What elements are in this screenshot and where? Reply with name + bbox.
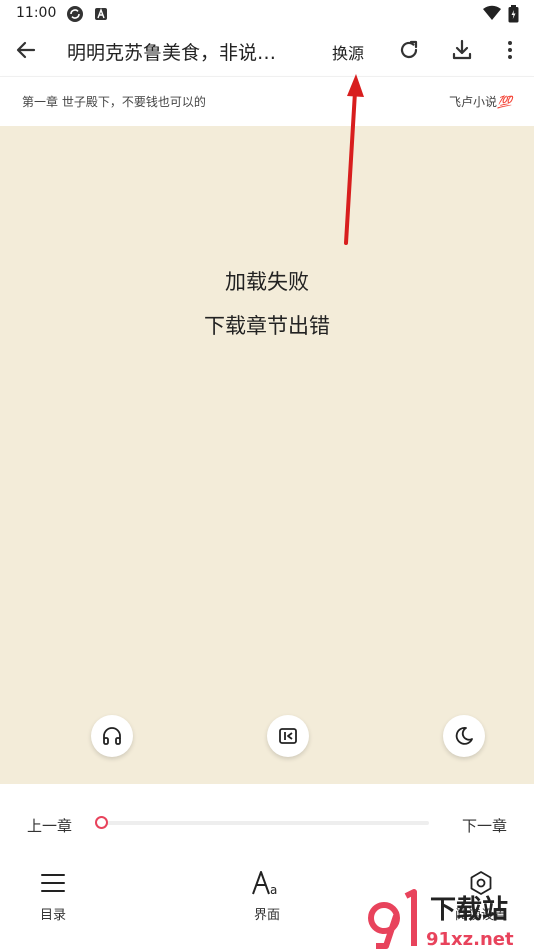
site-watermark: 下载站 91xz.net [368, 889, 514, 950]
nav-catalog[interactable]: 目录 [13, 868, 93, 923]
nav-interface-label: 界面 [253, 908, 280, 923]
back-arrow-icon [16, 41, 36, 59]
moon-icon [455, 727, 473, 745]
watermark-logo-icon [368, 889, 417, 949]
headphones-icon [103, 727, 121, 745]
watermark-site: 91xz.net [426, 929, 514, 950]
hundred-points-badge: 💯 [497, 95, 512, 109]
sync-status-icon [66, 5, 84, 27]
page-turn-icon [279, 728, 297, 744]
wifi-icon [482, 5, 502, 25]
back-button[interactable] [14, 38, 46, 66]
slider-thumb[interactable] [95, 816, 108, 829]
chapter-progress-slider[interactable] [101, 821, 429, 825]
app-bar: 明明克苏鲁美食，非说… 换源 [0, 28, 534, 76]
download-button[interactable] [450, 38, 476, 64]
refresh-icon [400, 40, 418, 59]
chapter-info-bar: 第一章 世子殿下，不要钱也可以的 飞卢小说💯 [0, 76, 534, 126]
app-name-text: 飞卢小说 [449, 95, 498, 109]
auto-page-button[interactable] [267, 715, 309, 757]
font-icon: a [252, 871, 277, 896]
status-time: 11:00 [16, 5, 57, 21]
reader-content[interactable]: 加载失败 下载章节出错 [0, 126, 534, 784]
app-name: 飞卢小说💯 [449, 93, 512, 110]
night-mode-button[interactable] [443, 715, 485, 757]
nav-catalog-label: 目录 [39, 908, 66, 923]
listen-button[interactable] [91, 715, 133, 757]
load-failed-text: 加载失败 [225, 270, 309, 294]
next-chapter-button[interactable]: 下一章 [462, 815, 507, 836]
svg-text:a: a [270, 883, 277, 896]
app-notification-icon [94, 5, 108, 25]
page-title: 明明克苏鲁美食，非说… [67, 42, 277, 64]
status-bar: 11:00 [0, 0, 534, 28]
download-icon [452, 39, 472, 60]
refresh-button[interactable] [397, 38, 423, 64]
download-error-text: 下载章节出错 [204, 314, 330, 338]
change-source-button[interactable]: 换源 [332, 40, 364, 64]
nav-interface[interactable]: a 界面 [227, 868, 307, 923]
more-vertical-icon [508, 41, 512, 59]
more-options-button[interactable] [500, 38, 520, 64]
prev-chapter-button[interactable]: 上一章 [27, 815, 72, 836]
chapter-title: 第一章 世子殿下，不要钱也可以的 [22, 95, 206, 109]
menu-icon [41, 874, 65, 892]
watermark-brand: 下载站 [430, 895, 508, 925]
battery-icon [508, 5, 519, 27]
